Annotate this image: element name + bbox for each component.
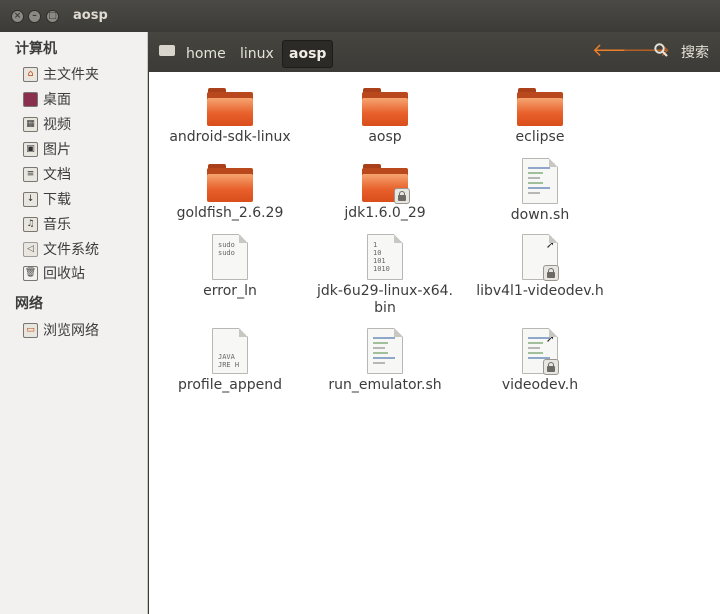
- sidebar-item-home[interactable]: ⌂ 主文件夹: [23, 64, 99, 84]
- title-bar: × – □ aosp: [0, 0, 720, 32]
- window-title: aosp: [73, 8, 108, 23]
- folder-icon: [207, 88, 253, 126]
- binary-file-icon: 1 10 101 1010: [367, 234, 403, 280]
- search-button[interactable]: 搜索: [681, 42, 709, 62]
- lock-icon: [543, 359, 559, 375]
- file-item-videodev-h[interactable]: ➚ videodev.h: [465, 328, 615, 394]
- file-item-libv4l1-videodev-h[interactable]: ➚ libv4l1-videodev.h: [465, 234, 615, 300]
- file-name: goldfish_2.6.29: [176, 205, 284, 221]
- pictures-icon: ▣: [23, 141, 38, 157]
- file-name: videodev.h: [501, 377, 579, 393]
- file-name: jdk1.6.0_29: [344, 205, 426, 221]
- sidebar-item-label: 回收站: [43, 266, 85, 282]
- file-item-error-ln[interactable]: sudo sudo error_ln: [155, 234, 305, 300]
- file-name: run_emulator.sh: [328, 377, 442, 393]
- maximize-window-button[interactable]: □: [46, 10, 59, 23]
- header-file-icon: ➚: [522, 328, 559, 375]
- sidebar-item-videos[interactable]: ▦ 视频: [23, 114, 71, 134]
- search-icon[interactable]: [654, 43, 668, 57]
- downloads-icon: ↓: [23, 191, 38, 207]
- folder-icon: [517, 88, 563, 126]
- file-name: eclipse: [515, 129, 565, 145]
- sidebar-item-music[interactable]: ♫ 音乐: [23, 214, 71, 234]
- file-name: down.sh: [510, 207, 570, 223]
- sidebar-item-filesystem[interactable]: ◁ 文件系统: [23, 239, 99, 259]
- desktop-icon: [23, 91, 38, 107]
- symlink-arrow-icon: ➚: [545, 332, 555, 345]
- sidebar-item-label: 浏览网络: [43, 323, 99, 339]
- sidebar-item-trash[interactable]: 🗑 回收站: [23, 263, 85, 283]
- file-item-down-sh[interactable]: down.sh: [465, 158, 615, 224]
- minimize-icon: –: [32, 11, 37, 21]
- sidebar-heading-network: 网络: [15, 296, 43, 312]
- symlink-arrow-icon: ➚: [545, 238, 555, 251]
- sidebar-item-documents[interactable]: ≡ 文档: [23, 164, 71, 184]
- file-item-profile-append[interactable]: JAVA JRE H profile_append: [155, 328, 305, 394]
- sidebar-item-label: 视频: [43, 117, 71, 133]
- minimize-window-button[interactable]: –: [28, 10, 41, 23]
- close-icon: ×: [13, 11, 22, 21]
- file-name: profile_append: [178, 377, 282, 393]
- folder-icon: [207, 164, 253, 202]
- script-file-icon: [522, 158, 558, 204]
- header-file-icon: ➚: [522, 234, 559, 281]
- trash-icon: 🗑: [23, 265, 38, 281]
- breadcrumb-aosp[interactable]: aosp: [282, 40, 334, 68]
- network-icon: ▭: [23, 322, 38, 338]
- file-item-eclipse[interactable]: eclipse: [465, 88, 615, 146]
- lock-icon: [543, 265, 559, 281]
- folder-icon: [362, 88, 408, 126]
- sidebar-item-browse-network[interactable]: ▭ 浏览网络: [23, 320, 99, 340]
- file-name: android-sdk-linux: [169, 129, 291, 145]
- sidebar-item-label: 图片: [43, 142, 71, 158]
- toolbar: home linux aosp 🡐 🡒 搜索: [148, 32, 720, 72]
- sidebar-item-label: 桌面: [43, 92, 71, 108]
- file-name: jdk-6u29-linux-x64. bin: [317, 283, 453, 316]
- sidebar-item-downloads[interactable]: ↓ 下载: [23, 189, 71, 209]
- file-item-android-sdk-linux[interactable]: android-sdk-linux: [155, 88, 305, 146]
- file-item-jdk-bin[interactable]: 1 10 101 1010 jdk-6u29-linux-x64. bin: [310, 234, 460, 317]
- close-window-button[interactable]: ×: [11, 10, 24, 23]
- file-name: libv4l1-videodev.h: [476, 283, 604, 299]
- lock-icon: [394, 188, 410, 204]
- file-item-aosp[interactable]: aosp: [310, 88, 460, 146]
- sidebar-item-label: 音乐: [43, 217, 71, 233]
- script-file-icon: [367, 328, 403, 374]
- videos-icon: ▦: [23, 116, 38, 132]
- file-item-goldfish[interactable]: goldfish_2.6.29: [155, 164, 305, 222]
- file-view: android-sdk-linux aosp eclipse goldfish_…: [149, 72, 720, 614]
- sidebar-item-desktop[interactable]: 桌面: [23, 89, 71, 109]
- breadcrumb-home[interactable]: home: [180, 40, 232, 68]
- filesystem-icon: ◁: [23, 241, 38, 257]
- folder-icon: [362, 164, 410, 204]
- sidebar-item-label: 文档: [43, 167, 71, 183]
- sidebar-item-pictures[interactable]: ▣ 图片: [23, 139, 71, 159]
- file-name: aosp: [368, 129, 402, 145]
- documents-icon: ≡: [23, 166, 38, 182]
- file-item-run-emulator-sh[interactable]: run_emulator.sh: [310, 328, 460, 394]
- file-name: error_ln: [203, 283, 257, 299]
- text-file-icon: sudo sudo: [212, 234, 248, 280]
- sidebar: 计算机 ⌂ 主文件夹 桌面 ▦ 视频 ▣ 图片 ≡ 文档 ↓ 下载 ♫ 音乐 ◁…: [0, 32, 148, 614]
- maximize-icon: □: [48, 11, 57, 21]
- breadcrumb-linux[interactable]: linux: [234, 40, 280, 68]
- sidebar-heading-computer: 计算机: [15, 41, 57, 57]
- sidebar-item-label: 主文件夹: [43, 67, 99, 83]
- drive-icon: [159, 44, 175, 56]
- sidebar-item-label: 文件系统: [43, 242, 99, 258]
- text-file-icon: JAVA JRE H: [212, 328, 248, 374]
- file-item-jdk1-6-0-29[interactable]: jdk1.6.0_29: [310, 164, 460, 222]
- home-folder-icon: ⌂: [23, 66, 38, 82]
- drive-button[interactable]: [156, 40, 178, 60]
- sidebar-item-label: 下载: [43, 192, 71, 208]
- music-icon: ♫: [23, 216, 38, 232]
